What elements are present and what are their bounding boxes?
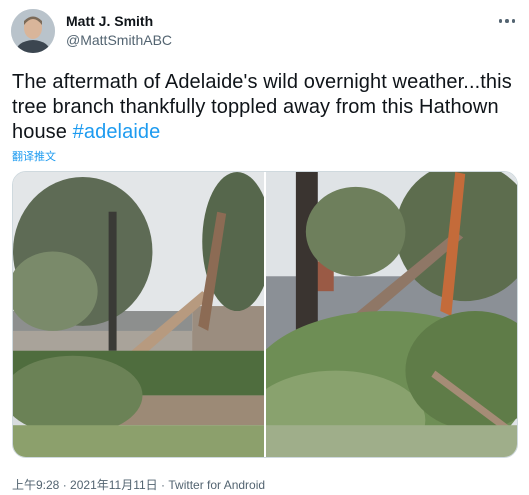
translate-tweet-link[interactable]: 翻译推文 xyxy=(12,148,56,164)
tweet-date[interactable]: 2021年11月11日 xyxy=(70,478,158,492)
avatar[interactable] xyxy=(11,9,55,53)
author-handle[interactable]: @MattSmithABC xyxy=(66,32,172,48)
tweet-text: The aftermath of Adelaide's wild overnig… xyxy=(12,70,517,145)
tweet-meta: 上午9:28 · 2021年11月11日 · Twitter for Andro… xyxy=(12,476,265,493)
media-gallery[interactable] xyxy=(12,171,518,458)
avatar-photo xyxy=(11,9,55,53)
photo-left[interactable] xyxy=(13,172,272,457)
hashtag-link[interactable]: #adelaide xyxy=(73,121,161,143)
tweet-time[interactable]: 上午9:28 xyxy=(12,478,59,492)
meta-separator: · xyxy=(161,478,166,492)
photo-right[interactable] xyxy=(246,172,517,457)
author-name[interactable]: Matt J. Smith xyxy=(66,13,153,29)
more-options-icon[interactable] xyxy=(497,12,519,28)
tweet-source: Twitter for Android xyxy=(168,478,266,492)
meta-separator: · xyxy=(62,478,67,492)
